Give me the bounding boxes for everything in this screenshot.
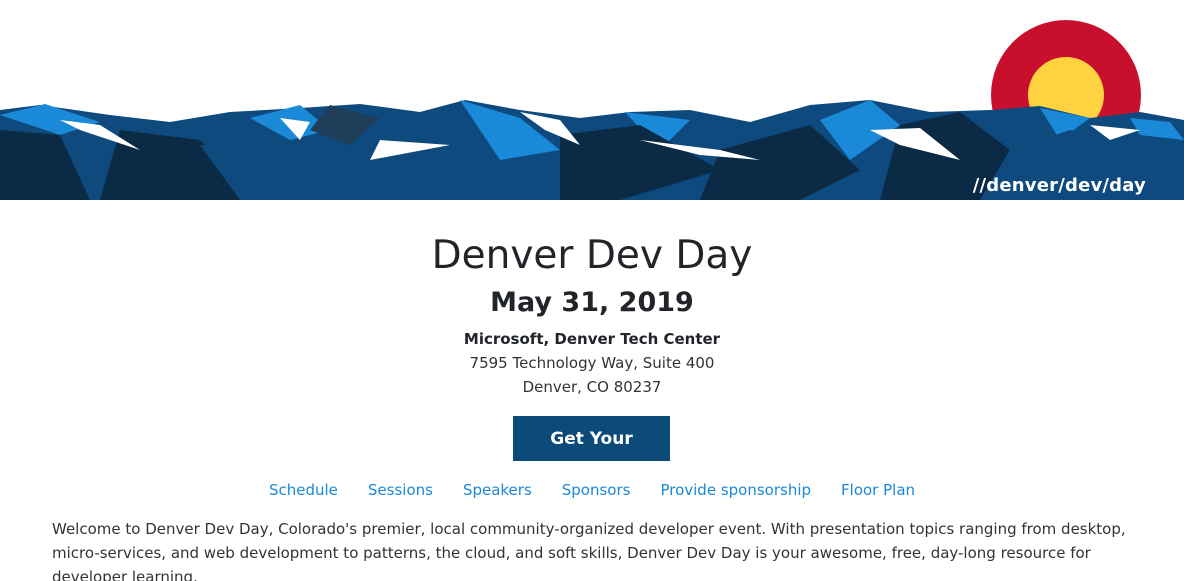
event-date: May 31, 2019 [490,287,694,318]
event-title: Denver Dev Day [431,233,753,278]
venue-street-address: 7595 Technology Way, Suite 400 [469,354,715,372]
nav-link-speakers[interactable]: Speakers [463,480,532,500]
nav-link-provide-sponsorship[interactable]: Provide sponsorship [660,480,811,500]
get-tickets-button[interactable]: Get Your Tickets [513,416,670,494]
nav-link-sponsors[interactable]: Sponsors [562,480,631,500]
intro-paragraph: Welcome to Denver Dev Day, Colorado's pr… [52,520,1126,581]
mountain-banner-illustration [0,20,1184,200]
event-nav: Schedule Sessions Speakers Sponsors Prov… [0,480,1184,500]
venue-city: Denver, CO 80237 [522,378,662,396]
venue-name: Microsoft, Denver Tech Center [463,330,721,348]
nav-link-schedule[interactable]: Schedule [269,480,338,500]
nav-link-sessions[interactable]: Sessions [368,480,433,500]
header-banner: //denver/dev/day [0,0,1184,200]
banner-tagline: //denver/dev/day [972,175,1146,196]
nav-link-floor-plan[interactable]: Floor Plan [841,480,915,500]
page: //denver/dev/day Denver Dev Day May 31, … [0,0,1184,581]
